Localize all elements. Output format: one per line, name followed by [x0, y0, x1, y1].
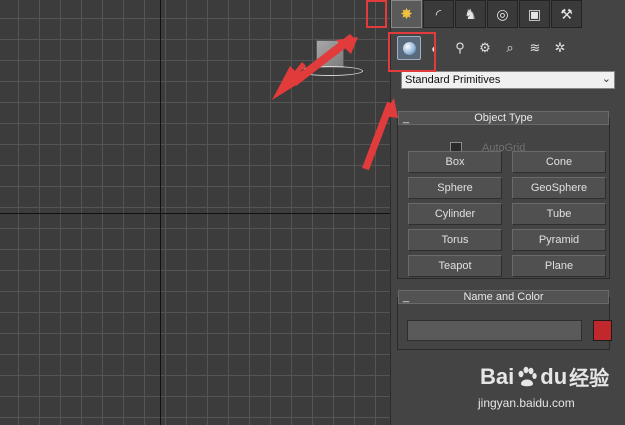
annotation-arrow-head-3 [382, 98, 398, 118]
watermark-url: jingyan.baidu.com [478, 396, 575, 410]
watermark-brand-cn: 经验 [569, 368, 610, 390]
watermark-brand-du: du [540, 363, 568, 389]
watermark-logo: Bai du 经验 [480, 362, 609, 391]
watermark-brand-bai: Bai [480, 363, 515, 389]
baidu-paw-icon [518, 366, 537, 386]
baidu-jingyan-watermark: Bai du 经验 jingyan.baidu.com [478, 362, 618, 417]
